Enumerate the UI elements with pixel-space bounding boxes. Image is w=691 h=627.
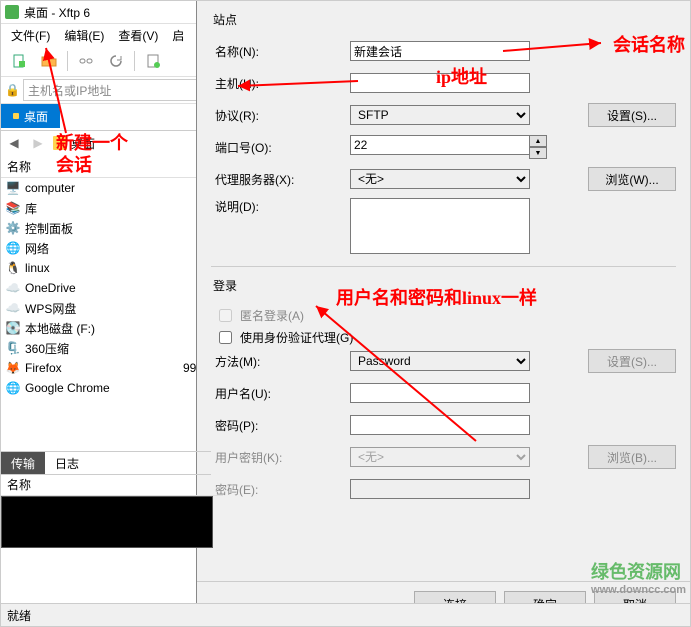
lock-icon: 🔒 <box>5 83 19 97</box>
proto-select[interactable]: SFTP <box>350 105 530 125</box>
preview-panel <box>1 496 213 548</box>
menu-edit[interactable]: 编辑(E) <box>58 25 110 46</box>
reload-icon[interactable] <box>104 49 128 73</box>
browse2-button: 浏览(B)... <box>588 445 676 469</box>
tab-desktop[interactable]: 桌面 <box>1 104 60 128</box>
proxy-select[interactable]: <无> <box>350 169 530 189</box>
tree-item[interactable]: ⚙️控制面板 <box>1 218 211 238</box>
menu-view[interactable]: 查看(V) <box>112 25 164 46</box>
tab-log[interactable]: 日志 <box>45 452 89 474</box>
pass2-label: 密码(E): <box>211 481 350 498</box>
tree-item-label: Google Chrome <box>25 381 169 395</box>
tree-item[interactable]: 📚库 <box>1 198 211 218</box>
new-icon[interactable] <box>7 49 31 73</box>
tree-item[interactable]: ☁️WPS网盘 <box>1 298 211 318</box>
disk-icon: 💽 <box>5 320 21 336</box>
tree-item-label: WPS网盘 <box>25 300 169 317</box>
pass-label: 密码(P): <box>211 417 350 434</box>
address-placeholder: 主机名或IP地址 <box>28 82 111 99</box>
host-label: 主机(H): <box>211 75 350 92</box>
tree-item[interactable]: 🦊Firefox993 <box>1 358 211 378</box>
penguin-icon: 🐧 <box>5 260 21 276</box>
spin-down-icon[interactable]: ▼ <box>529 147 547 159</box>
tree-item-label: computer <box>25 181 169 195</box>
gc-icon: 🌐 <box>5 380 21 396</box>
net-icon: 🌐 <box>5 240 21 256</box>
tab-transfer[interactable]: 传输 <box>1 452 45 474</box>
bottom-header[interactable]: 名称 <box>1 473 223 496</box>
settings-button[interactable]: 设置(S)... <box>588 103 676 127</box>
user-input[interactable] <box>350 383 530 403</box>
tree-item-label: Firefox <box>25 361 169 375</box>
group-login: 登录 <box>213 277 676 294</box>
pass-input[interactable] <box>350 415 530 435</box>
desktop-icon <box>53 136 67 150</box>
tree-item[interactable]: 💽本地磁盘 (F:) <box>1 318 211 338</box>
window-title: 桌面 - Xftp 6 <box>24 4 90 21</box>
app-icon <box>5 5 19 19</box>
tree-item-label: linux <box>25 261 169 275</box>
cloud2-icon: ☁️ <box>5 300 21 316</box>
menu-more[interactable]: 启 <box>166 25 190 46</box>
agent-checkbox[interactable] <box>219 331 232 344</box>
browse-button[interactable]: 浏览(W)... <box>588 167 676 191</box>
ukey-label: 用户密钥(K): <box>211 449 350 466</box>
back-icon[interactable]: ◀ <box>5 134 23 152</box>
tree-item-label: OneDrive <box>25 281 169 295</box>
port-input[interactable] <box>350 135 530 155</box>
name-label: 名称(N): <box>211 43 350 60</box>
anon-checkbox <box>219 309 232 322</box>
spin-up-icon[interactable]: ▲ <box>529 135 547 147</box>
tree-item[interactable]: ☁️ OneDrive <box>1 278 211 298</box>
tree-item[interactable]: 🌐 Google Chrome <box>1 378 211 398</box>
tree-item[interactable]: 🐧 linux <box>1 258 211 278</box>
tree-item[interactable]: 🌐网络 <box>1 238 211 258</box>
tree-item-label: 360压缩 <box>25 340 169 357</box>
method-label: 方法(M): <box>211 353 350 370</box>
settings2-button: 设置(S)... <box>588 349 676 373</box>
tree-item[interactable]: 🖥️ computer <box>1 178 211 198</box>
col-name[interactable]: 名称 <box>1 155 211 177</box>
host-input[interactable] <box>350 73 530 93</box>
doc-icon[interactable] <box>141 49 165 73</box>
desc-input[interactable] <box>350 198 530 254</box>
tree-item-label: 网络 <box>25 240 169 257</box>
ff-icon: 🦊 <box>5 360 21 376</box>
tree-item-label: 库 <box>25 200 169 217</box>
zip-icon: 🗜️ <box>5 340 21 356</box>
desc-label: 说明(D): <box>211 198 350 215</box>
ukey-select: <无> <box>350 447 530 467</box>
status-text: 就绪 <box>7 607 31 624</box>
monitor-icon: 🖥️ <box>5 180 21 196</box>
proto-label: 协议(R): <box>211 107 350 124</box>
tree-item[interactable]: 🗜️360压缩 <box>1 338 211 358</box>
menu-file[interactable]: 文件(F) <box>5 25 56 46</box>
session-dialog: 站点 名称(N): 主机(H): 协议(R):SFTP 设置(S)... 端口号(… <box>196 1 690 626</box>
pass2-input <box>350 479 530 499</box>
user-label: 用户名(U): <box>211 385 350 402</box>
tree-item-label: 本地磁盘 (F:) <box>25 320 169 337</box>
method-select[interactable]: Password <box>350 351 530 371</box>
tree-item-label: 控制面板 <box>25 220 169 237</box>
name-input[interactable] <box>350 41 530 61</box>
fwd-icon[interactable]: ▶ <box>29 134 47 152</box>
open-icon[interactable] <box>37 49 61 73</box>
cloud-icon: ☁️ <box>5 280 21 296</box>
port-label: 端口号(O): <box>211 139 350 156</box>
anon-label: 匿名登录(A) <box>240 307 304 324</box>
panel-icon: ⚙️ <box>5 220 21 236</box>
tab-label: 桌面 <box>24 108 48 125</box>
lib-icon: 📚 <box>5 200 21 216</box>
column-header[interactable]: 名称 <box>1 155 211 178</box>
breadcrumb-label: 桌面 <box>71 135 95 152</box>
group-site: 站点 <box>213 11 676 28</box>
proxy-label: 代理服务器(X): <box>211 171 350 188</box>
agent-label: 使用身份验证代理(G) <box>240 329 353 346</box>
breadcrumb[interactable]: 桌面 <box>53 135 95 152</box>
link-icon[interactable] <box>74 49 98 73</box>
tab-dot-icon <box>13 113 19 119</box>
